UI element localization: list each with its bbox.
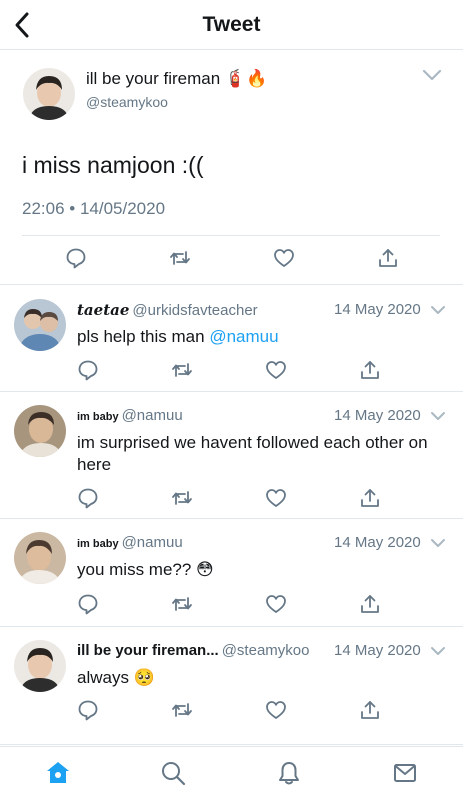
reply-tweet[interactable]: taetae @urkidsfavteacher 14 May 2020 pls … [0, 286, 463, 392]
share-icon[interactable] [359, 593, 381, 615]
name-emojis: 🧯🔥 [224, 69, 268, 88]
reply-icon[interactable] [77, 593, 99, 615]
reply-text: im surprised we havent followed each oth… [77, 433, 428, 474]
retweet-icon[interactable] [171, 699, 193, 721]
heart-icon[interactable] [265, 593, 287, 615]
share-icon[interactable] [359, 699, 381, 721]
avatar[interactable] [14, 299, 66, 351]
reply-header: ill be your fireman... @steamykoo [77, 642, 309, 659]
chevron-down-icon[interactable] [430, 411, 446, 422]
retweet-icon[interactable] [171, 487, 193, 509]
heart-icon[interactable] [273, 247, 295, 269]
avatar-image [14, 405, 66, 457]
avatar[interactable] [23, 68, 75, 120]
reply-tweet[interactable]: ill be your fireman... @steamykoo 14 May … [0, 627, 463, 745]
user-handle[interactable]: @namuu [122, 407, 183, 424]
notifications-icon[interactable] [276, 760, 302, 786]
home-icon[interactable] [45, 760, 71, 786]
reply-header: im baby @namuu [77, 534, 183, 551]
heart-icon[interactable] [265, 699, 287, 721]
reply-tweet[interactable]: im baby @namuu 14 May 2020 im surprised w… [0, 392, 463, 519]
reply-tweet[interactable]: im baby @namuu 14 May 2020 you miss me?? … [0, 519, 463, 627]
reply-header: taetae @urkidsfavteacher [77, 301, 258, 319]
share-icon[interactable] [359, 359, 381, 381]
display-name[interactable]: ill be your fireman 🧯🔥 [86, 69, 267, 89]
avatar[interactable] [14, 640, 66, 692]
retweet-icon[interactable] [171, 359, 193, 381]
avatar[interactable] [14, 405, 66, 457]
main-tweet: ill be your fireman 🧯🔥 @steamykoo i miss… [0, 51, 463, 285]
reply-icon[interactable] [77, 359, 99, 381]
reply-header: im baby @namuu [77, 407, 183, 424]
reply-date: 14 May 2020 [334, 301, 421, 318]
divider [22, 235, 440, 236]
chevron-down-icon[interactable] [430, 646, 446, 657]
tweet-actions [0, 247, 463, 269]
page-title: Tweet [202, 13, 261, 36]
display-name[interactable]: im baby [77, 411, 119, 423]
reply-text: always 🥺 [77, 668, 155, 687]
reply-icon[interactable] [77, 487, 99, 509]
display-name[interactable]: taetae [77, 301, 129, 319]
reply-date: 14 May 2020 [334, 534, 421, 551]
tweet-text: i miss namjoon :(( [22, 152, 204, 178]
reply-date: 14 May 2020 [334, 407, 421, 424]
reply-text: pls help this man @namuu [77, 326, 447, 348]
avatar-image [14, 299, 66, 351]
chevron-down-icon[interactable] [430, 305, 446, 316]
user-handle[interactable]: @urkidsfavteacher [132, 302, 257, 319]
share-icon[interactable] [359, 487, 381, 509]
display-name[interactable]: im baby [77, 538, 119, 550]
chevron-down-icon[interactable] [422, 68, 442, 82]
avatar-image [14, 640, 66, 692]
avatar-image [14, 532, 66, 584]
user-handle[interactable]: @steamykoo [86, 94, 168, 110]
reply-date: 14 May 2020 [334, 642, 421, 659]
tweet-timestamp: 22:06 • 14/05/2020 [22, 199, 166, 218]
retweet-icon[interactable] [169, 247, 191, 269]
mention-link[interactable]: @namuu [209, 327, 278, 346]
top-bar: Tweet [0, 0, 463, 50]
reply-text: you miss me?? 😳 [77, 560, 214, 579]
user-handle[interactable]: @namuu [122, 534, 183, 551]
chevron-down-icon[interactable] [430, 538, 446, 549]
display-name[interactable]: ill be your fireman... [77, 642, 219, 659]
display-name-text: ill be your fireman [86, 69, 221, 88]
reply-icon[interactable] [65, 247, 87, 269]
reply-icon[interactable] [77, 699, 99, 721]
avatar[interactable] [14, 532, 66, 584]
bottom-tab-bar [0, 746, 463, 800]
heart-icon[interactable] [265, 487, 287, 509]
user-handle[interactable]: @steamykoo [222, 642, 310, 659]
heart-icon[interactable] [265, 359, 287, 381]
retweet-icon[interactable] [171, 593, 193, 615]
avatar-image [23, 68, 75, 120]
reply-text-body: pls help this man [77, 327, 205, 346]
share-icon[interactable] [377, 247, 399, 269]
search-icon[interactable] [160, 760, 186, 786]
messages-icon[interactable] [392, 760, 418, 786]
